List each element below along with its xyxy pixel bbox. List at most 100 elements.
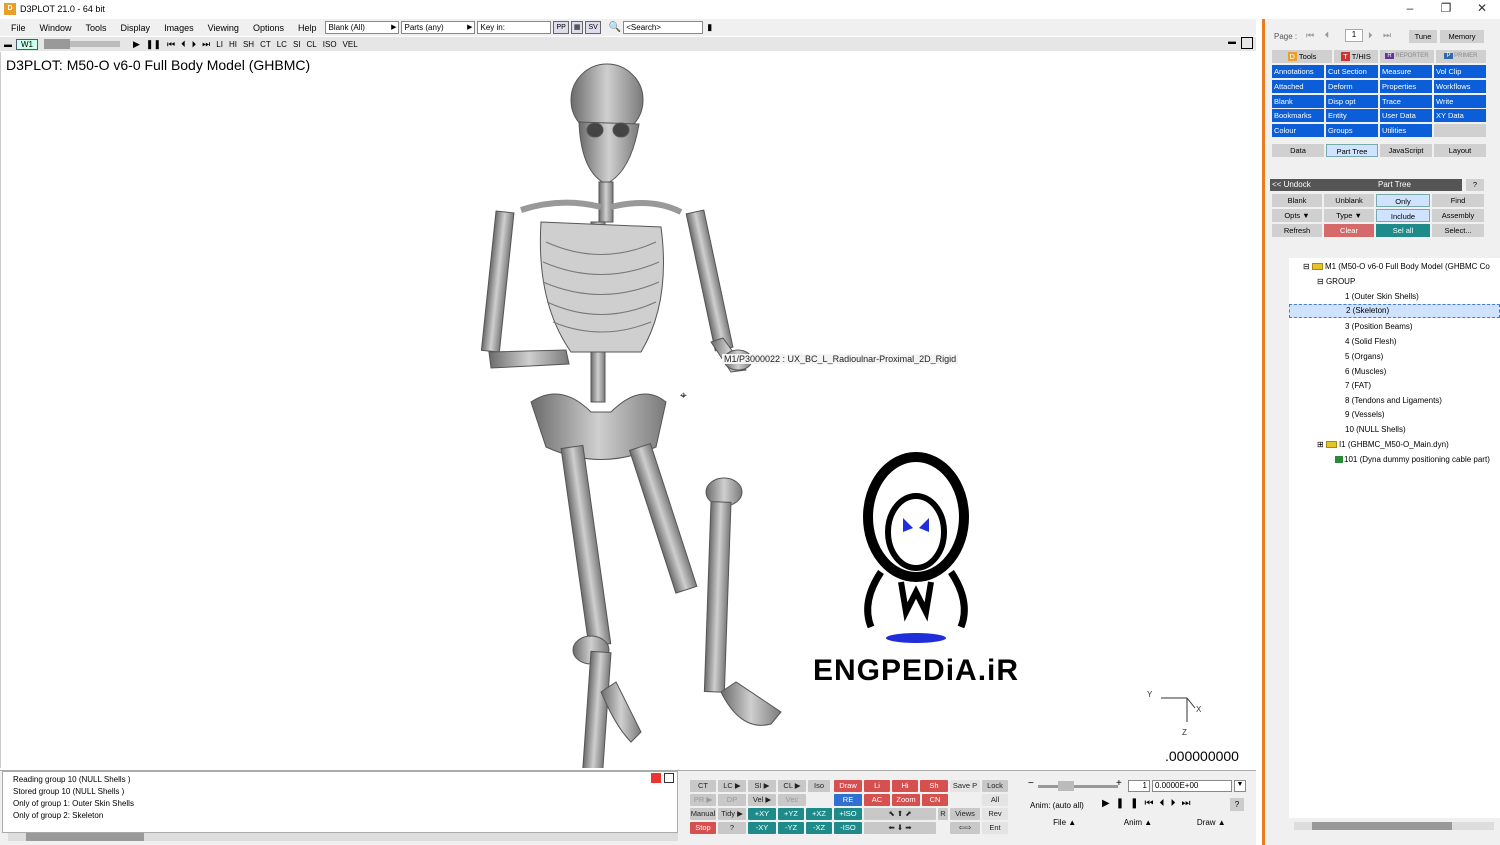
tree-scrollbar[interactable]: [1294, 822, 1494, 830]
only-button[interactable]: Only: [1376, 194, 1430, 207]
tree-model-node[interactable]: ⊟ M1 (M50-O v6-0 Full Body Model (GHBMC …: [1303, 262, 1490, 271]
si-button[interactable]: SI ▶: [748, 780, 776, 792]
tree-item[interactable]: 3 (Position Beams): [1345, 322, 1413, 331]
minimize-button[interactable]: –: [1392, 0, 1428, 18]
grid-icon[interactable]: ▦: [570, 21, 584, 34]
toggle-cl[interactable]: CL: [307, 40, 317, 49]
bookmarks-button[interactable]: Bookmarks: [1272, 109, 1324, 122]
anim-help-button[interactable]: ?: [1230, 798, 1244, 811]
plus-iso-button[interactable]: +ISO: [834, 808, 862, 820]
menu-help[interactable]: Help: [291, 23, 324, 33]
minus-yz-button[interactable]: -YZ: [778, 822, 804, 834]
tree-item[interactable]: 9 (Vessels): [1345, 410, 1385, 419]
tree-item-selected[interactable]: 2 (Skeleton): [1289, 304, 1500, 318]
tree-item[interactable]: 8 (Tendons and Ligaments): [1345, 396, 1442, 405]
tree-item[interactable]: 1 (Outer Skin Shells): [1345, 292, 1419, 301]
unblank-button[interactable]: Unblank: [1324, 194, 1374, 207]
tune-button[interactable]: Tune: [1409, 30, 1437, 43]
clear-button[interactable]: Clear: [1324, 224, 1374, 237]
pp-button[interactable]: PP: [553, 21, 569, 34]
ac-button[interactable]: AC: [864, 794, 890, 806]
tree-part-node[interactable]: 101 (Dyna dummy positioning cable part): [1335, 455, 1490, 464]
workflows-button[interactable]: Workflows: [1434, 80, 1486, 93]
message-scrollbar[interactable]: [8, 833, 678, 841]
select-button[interactable]: Select...: [1432, 224, 1484, 237]
menu-images[interactable]: Images: [157, 23, 201, 33]
views-button[interactable]: Views: [950, 808, 980, 820]
maximize-view-icon[interactable]: [1241, 37, 1253, 49]
toggle-ct[interactable]: CT: [260, 40, 271, 49]
plus-xz-button[interactable]: +XZ: [806, 808, 832, 820]
lc-button[interactable]: LC ▶: [718, 780, 746, 792]
lock-button[interactable]: Lock: [982, 780, 1008, 792]
play-icon[interactable]: ▶: [133, 39, 140, 50]
toggle-sh[interactable]: SH: [243, 40, 254, 49]
help-button[interactable]: ?: [718, 822, 746, 834]
primer-tab[interactable]: P PRIMER: [1436, 50, 1486, 63]
pan-arrows[interactable]: ⇦⇨: [950, 822, 980, 834]
tree-item[interactable]: 5 (Organs): [1345, 352, 1383, 361]
tab-part-tree[interactable]: Part Tree: [1326, 144, 1378, 157]
tab-file[interactable]: File ▲: [1028, 818, 1101, 832]
tools-tab[interactable]: D Tools: [1272, 50, 1332, 63]
zoom-button[interactable]: Zoom: [892, 794, 920, 806]
pin-icon[interactable]: ▮: [707, 22, 712, 33]
rev-button[interactable]: Rev: [982, 808, 1008, 820]
time-field[interactable]: 0.0000E+00: [1152, 780, 1232, 792]
find-button[interactable]: Find: [1432, 194, 1484, 207]
toggle-iso[interactable]: ISO: [323, 40, 337, 49]
tree-group-node[interactable]: ⊟ GROUP: [1317, 277, 1355, 286]
vol-clip-button[interactable]: Vol Clip: [1434, 65, 1486, 78]
tree-item[interactable]: 6 (Muscles): [1345, 367, 1386, 376]
minus-icon[interactable]: −: [1028, 778, 1034, 789]
ent-button[interactable]: Ent: [982, 822, 1008, 834]
tab-draw[interactable]: Draw ▲: [1175, 818, 1248, 832]
cut-section-button[interactable]: Cut Section: [1326, 65, 1378, 78]
last-frame-icon[interactable]: ⏭: [202, 39, 210, 50]
page-input[interactable]: 1: [1345, 29, 1363, 42]
vel-button[interactable]: Vel ▶: [748, 794, 776, 806]
rotate-down-arrows[interactable]: ⬅ ⬇ ➡: [864, 822, 936, 834]
draw-button[interactable]: Draw: [834, 780, 862, 792]
close-button[interactable]: ✕: [1464, 0, 1500, 18]
stop-button[interactable]: Stop: [690, 822, 716, 834]
user-data-button[interactable]: User Data: [1380, 109, 1432, 122]
tree-include-node[interactable]: ⊞ I1 (GHBMC_M50-O_Main.dyn): [1317, 440, 1449, 449]
toggle-hi[interactable]: HI: [229, 40, 237, 49]
groups-button[interactable]: Groups: [1326, 124, 1378, 137]
tree-item[interactable]: 10 (NULL Shells): [1345, 425, 1406, 434]
time-dropdown-arrow-icon[interactable]: ▼: [1234, 780, 1246, 792]
rotate-up-arrows[interactable]: ⬉ ⬆ ⬈: [864, 808, 936, 820]
toggle-li[interactable]: LI: [216, 40, 223, 49]
window-tab-w1[interactable]: W1: [16, 38, 38, 50]
scroll-thumb[interactable]: [26, 833, 144, 841]
reporter-tab[interactable]: R REPORTER: [1380, 50, 1434, 63]
part-tree[interactable]: ⊟ M1 (M50-O v6-0 Full Body Model (GHBMC …: [1289, 258, 1500, 818]
restore-button[interactable]: ❐: [1428, 0, 1464, 18]
plus-yz-button[interactable]: +YZ: [778, 808, 804, 820]
parts-dropdown[interactable]: Parts (any) ▶: [401, 21, 476, 34]
iso-button[interactable]: Iso: [808, 780, 830, 792]
dp-button[interactable]: DP: [718, 794, 746, 806]
write-button[interactable]: Write: [1434, 95, 1486, 108]
clear-log-icon[interactable]: [651, 773, 661, 783]
cn-button[interactable]: CN: [922, 794, 948, 806]
skeleton-model[interactable]: ENGPEDiA.iR: [1, 52, 1257, 813]
trace-button[interactable]: Trace: [1380, 95, 1432, 108]
disp-opt-button[interactable]: Disp opt: [1326, 95, 1378, 108]
menu-display[interactable]: Display: [114, 23, 158, 33]
slider-thumb[interactable]: [44, 39, 70, 49]
slider-track[interactable]: [1038, 785, 1118, 788]
tidy-button[interactable]: Tidy ▶: [718, 808, 746, 820]
opts-button[interactable]: Opts ▼: [1272, 209, 1322, 222]
sv-button[interactable]: SV: [585, 21, 601, 34]
minimize-view-icon[interactable]: ▬: [1228, 37, 1236, 46]
menu-options[interactable]: Options: [246, 23, 291, 33]
li-button[interactable]: Li: [864, 780, 890, 792]
toggle-si[interactable]: SI: [293, 40, 301, 49]
measure-button[interactable]: Measure: [1380, 65, 1432, 78]
assembly-button[interactable]: Assembly: [1432, 209, 1484, 222]
tree-item[interactable]: 4 (Solid Flesh): [1345, 337, 1397, 346]
entity-button[interactable]: Entity: [1326, 109, 1378, 122]
menu-window[interactable]: Window: [33, 23, 79, 33]
